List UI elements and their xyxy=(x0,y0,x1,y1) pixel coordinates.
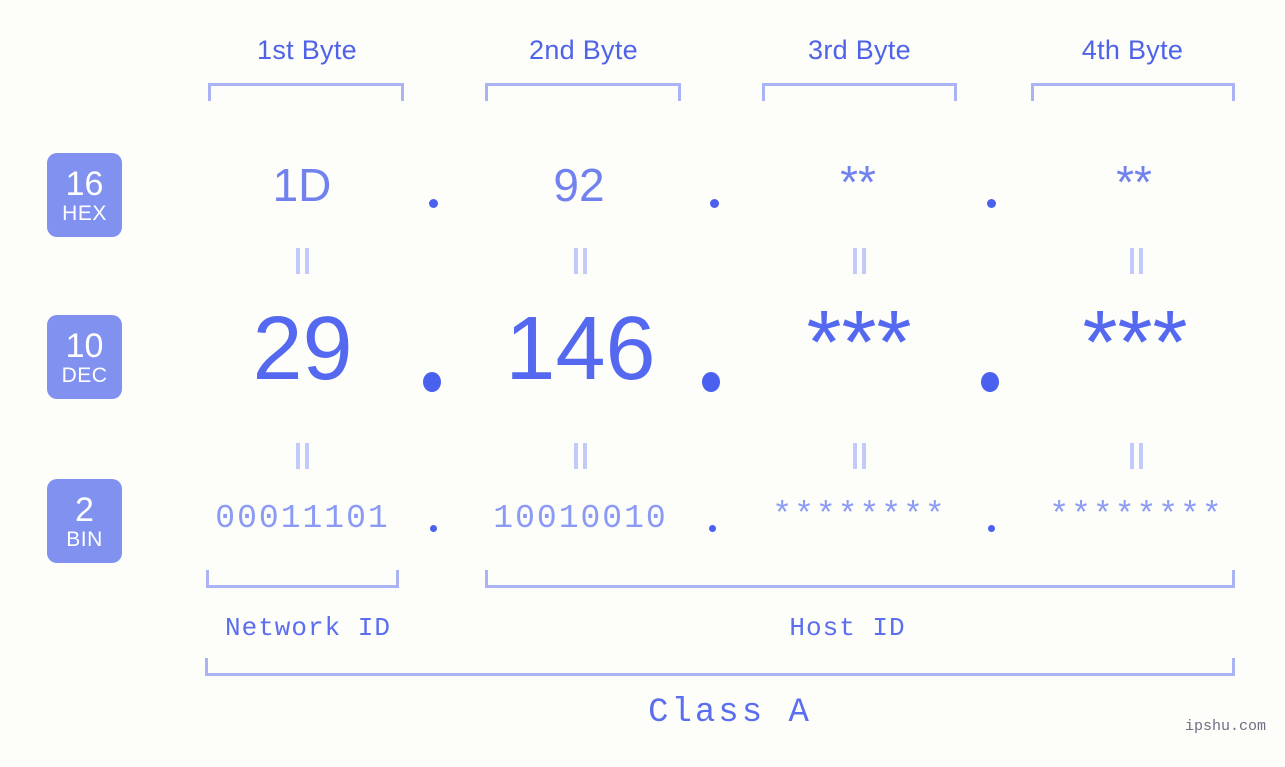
equality-mark-dec-bin-2 xyxy=(572,443,589,469)
hex-byte-value-2: 92 xyxy=(553,159,605,211)
host-id-label: Host ID xyxy=(789,613,906,643)
byte-header-label-2: 2nd Byte xyxy=(529,35,638,65)
byte-header-label-4: 4th Byte xyxy=(1081,35,1184,65)
equality-mark-dec-bin-4 xyxy=(1128,443,1145,469)
host-id-bracket xyxy=(485,570,1235,588)
hex-byte-value-4: ** xyxy=(1116,156,1152,208)
hex-byte-value-3: ** xyxy=(840,156,876,208)
radix-badge-dec-name: DEC xyxy=(61,363,108,387)
equality-mark-hex-dec-4 xyxy=(1128,248,1145,274)
bin-separator-dot-3 xyxy=(988,525,995,532)
bin-separator-dot-2 xyxy=(709,525,716,532)
radix-badge-bin-name: BIN xyxy=(66,527,103,551)
bin-byte-value-2: 10010010 xyxy=(493,500,668,537)
radix-badge-dec-number: 10 xyxy=(65,326,104,365)
bin-byte-value-1: 00011101 xyxy=(215,500,390,537)
network-id-bracket xyxy=(206,570,399,588)
byte-bracket-top-4 xyxy=(1031,83,1235,101)
byte-bracket-top-1 xyxy=(208,83,404,101)
equality-mark-hex-dec-2 xyxy=(572,248,589,274)
radix-badge-bin-number: 2 xyxy=(75,490,94,529)
radix-badge-hex-name: HEX xyxy=(62,201,107,225)
radix-badge-hex-number: 16 xyxy=(65,164,104,203)
ip-address-breakdown-diagram: 1st Byte 2nd Byte 3rd Byte 4th Byte 16 H… xyxy=(0,0,1285,767)
byte-bracket-top-3 xyxy=(762,83,957,101)
class-label: Class A xyxy=(648,694,812,732)
equality-mark-hex-dec-1 xyxy=(294,248,311,274)
dec-byte-value-2: 146 xyxy=(505,299,656,399)
hex-byte-value-1: 1D xyxy=(272,159,332,211)
hex-separator-dot-1 xyxy=(429,199,438,208)
byte-bracket-top-2 xyxy=(485,83,681,101)
byte-header-label-3: 3rd Byte xyxy=(808,35,911,65)
radix-badge-hex: 16 HEX xyxy=(47,153,122,237)
dec-separator-dot-1 xyxy=(423,372,441,392)
bin-byte-value-4: ******** xyxy=(1049,497,1224,534)
dec-separator-dot-3 xyxy=(981,372,999,392)
equality-mark-dec-bin-3 xyxy=(851,443,868,469)
equality-mark-dec-bin-1 xyxy=(294,443,311,469)
dec-byte-value-3: *** xyxy=(806,293,912,393)
hex-separator-dot-3 xyxy=(987,199,996,208)
radix-badge-bin: 2 BIN xyxy=(47,479,122,563)
hex-separator-dot-2 xyxy=(710,199,719,208)
dec-byte-value-4: *** xyxy=(1082,293,1188,393)
radix-badge-dec: 10 DEC xyxy=(47,315,122,399)
site-watermark: ipshu.com xyxy=(1185,718,1267,735)
bin-byte-value-3: ******** xyxy=(772,497,947,534)
bin-separator-dot-1 xyxy=(430,525,437,532)
network-id-label: Network ID xyxy=(224,613,392,643)
equality-mark-hex-dec-3 xyxy=(851,248,868,274)
dec-byte-value-1: 29 xyxy=(252,299,353,399)
class-bracket xyxy=(205,658,1235,676)
dec-separator-dot-2 xyxy=(702,372,720,392)
byte-header-label-1: 1st Byte xyxy=(257,35,357,65)
